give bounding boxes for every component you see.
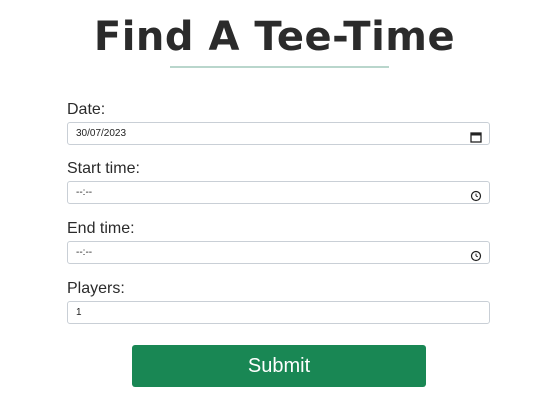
- players-input[interactable]: 1: [67, 301, 490, 324]
- date-value: 30/07/2023: [76, 128, 127, 139]
- date-input[interactable]: 30/07/2023: [67, 122, 490, 145]
- start-time-input[interactable]: --:--: [67, 181, 490, 204]
- calendar-icon[interactable]: [470, 128, 482, 143]
- clock-icon[interactable]: [470, 187, 482, 202]
- end-time-value: --:--: [76, 247, 93, 258]
- clock-icon[interactable]: [470, 247, 482, 262]
- title-underline: [170, 66, 389, 68]
- date-label: Date:: [67, 101, 106, 118]
- players-label: Players:: [67, 280, 125, 297]
- end-time-input[interactable]: --:--: [67, 241, 490, 264]
- end-time-label: End time:: [67, 220, 135, 237]
- start-time-label: Start time:: [67, 160, 140, 177]
- page-title: Find A Tee-Time: [93, 14, 456, 60]
- players-value: 1: [76, 307, 82, 318]
- start-time-value: --:--: [76, 187, 93, 198]
- submit-button[interactable]: Submit: [132, 345, 426, 387]
- tee-time-page: Find A Tee-Time Date: 30/07/2023 Start t…: [0, 0, 549, 418]
